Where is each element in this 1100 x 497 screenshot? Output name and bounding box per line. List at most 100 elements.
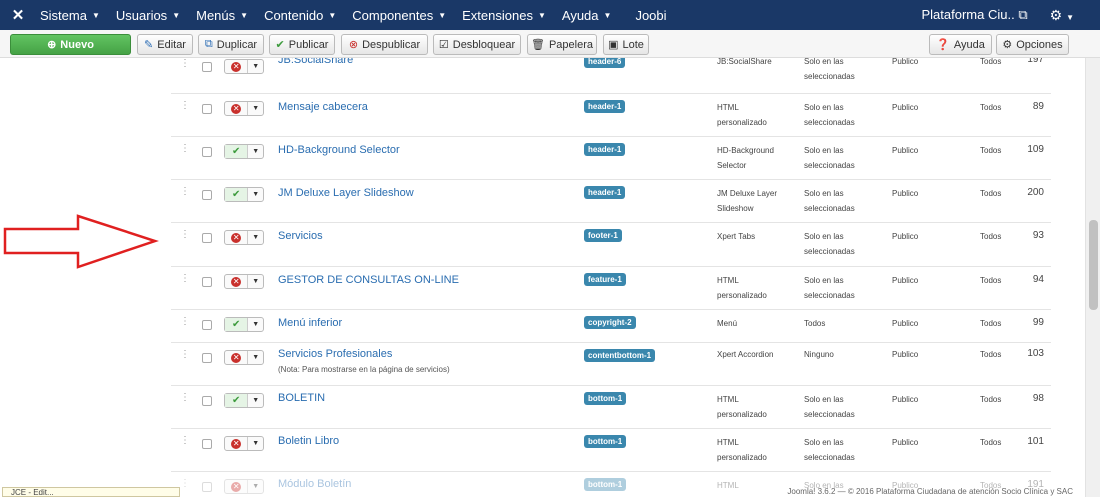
- unpublish-button[interactable]: ⊗ Despublicar: [341, 34, 428, 55]
- drag-handle-icon[interactable]: ⋮: [180, 186, 190, 197]
- module-title-link[interactable]: Mensaje cabecera: [278, 101, 368, 113]
- position-badge[interactable]: contentbottom-1: [584, 349, 656, 362]
- menu-componentes[interactable]: Componentes ▼: [344, 0, 454, 30]
- edit-icon: ✎: [144, 39, 154, 51]
- menu-menus[interactable]: Menús ▼: [188, 0, 256, 30]
- module-title-link[interactable]: JM Deluxe Layer Slideshow: [278, 187, 414, 199]
- trash-button[interactable]: 🗑 Papelera: [527, 34, 597, 55]
- module-title-link[interactable]: GESTOR DE CONSULTAS ON-LINE: [278, 274, 459, 286]
- caret-down-icon: ▼: [252, 321, 260, 328]
- status-toggle[interactable]: ✕ ▼: [224, 274, 264, 289]
- status-toggle[interactable]: ✕ ▼: [224, 101, 264, 116]
- table-row: ⋮ ✔ ▼ Menú inferior copyright-2 Menú Todo…: [171, 310, 1051, 343]
- drag-handle-icon[interactable]: ⋮: [180, 392, 190, 403]
- position-badge[interactable]: copyright-2: [584, 316, 636, 329]
- menu-sistema[interactable]: Sistema ▼: [32, 0, 108, 30]
- position-badge[interactable]: header-1: [584, 100, 626, 113]
- module-title-link[interactable]: Boletin Libro: [278, 435, 339, 447]
- publish-button[interactable]: ✔ Publicar: [269, 34, 335, 55]
- duplicate-button[interactable]: ⧉ Duplicar: [198, 34, 264, 55]
- main-menu: Sistema ▼ Usuarios ▼ Menús ▼ Contenido ▼ Com…: [32, 0, 675, 30]
- table-row: ⋮ ✕ ▼ GESTOR DE CONSULTAS ON-LINE feature…: [171, 267, 1051, 310]
- options-button[interactable]: ⚙ Opciones: [996, 34, 1069, 55]
- position-badge[interactable]: bottom-1: [584, 435, 627, 448]
- row-checkbox[interactable]: [202, 147, 212, 157]
- drag-handle-icon[interactable]: ⋮: [180, 100, 190, 111]
- scrollbar-thumb[interactable]: [1089, 220, 1098, 310]
- row-checkbox[interactable]: [202, 62, 212, 72]
- position-badge[interactable]: header-1: [584, 186, 626, 199]
- position-badge[interactable]: header-6: [584, 58, 626, 68]
- gear-icon[interactable]: ⚙ ▼: [1036, 7, 1100, 24]
- module-title-link[interactable]: BOLETIN: [278, 392, 325, 404]
- table-row: ⋮ ✕ ▼ Boletin Libro bottom-1 HTML personal…: [171, 429, 1051, 472]
- menu-joobi[interactable]: Joobi: [627, 0, 674, 30]
- row-checkbox[interactable]: [202, 277, 212, 287]
- drag-handle-icon[interactable]: ⋮: [180, 435, 190, 446]
- drag-handle-icon[interactable]: ⋮: [180, 229, 190, 240]
- menu-ayuda[interactable]: Ayuda ▼: [554, 0, 620, 30]
- drag-handle-icon[interactable]: ⋮: [180, 273, 190, 284]
- status-toggle[interactable]: ✔ ▼: [224, 317, 264, 332]
- edit-button[interactable]: ✎ Editar: [137, 34, 193, 55]
- row-checkbox[interactable]: [202, 439, 212, 449]
- unlock-button[interactable]: ☑ Desbloquear: [433, 34, 521, 55]
- module-id: 99: [1032, 317, 1044, 328]
- caret-down-icon: ▼: [537, 10, 546, 20]
- row-checkbox[interactable]: [202, 353, 212, 363]
- joomla-logo-icon[interactable]: ✕: [4, 0, 32, 30]
- module-title-link[interactable]: JB:SocialShare: [278, 58, 353, 66]
- toolbar: ⊕ Nuevo ✎ Editar ⧉ Duplicar ✔ Publicar ⊗ Desp…: [0, 30, 1100, 58]
- menu-usuarios[interactable]: Usuarios ▼: [108, 0, 188, 30]
- module-type: Menú: [717, 319, 738, 328]
- drag-handle-icon[interactable]: ⋮: [180, 349, 190, 360]
- row-checkbox[interactable]: [202, 233, 212, 243]
- footer-copyright: Joomla! 3.6.2 — © 2016 Plataforma Ciudad…: [787, 487, 1073, 496]
- batch-button[interactable]: ▣ Lote: [603, 34, 649, 55]
- menu-extensiones[interactable]: Extensiones ▼: [454, 0, 554, 30]
- module-language: Todos: [980, 58, 1002, 66]
- published-check-icon: ✔: [225, 318, 249, 331]
- vertical-scrollbar[interactable]: [1085, 58, 1100, 497]
- site-link[interactable]: Plataforma Ciu.. ⧉: [914, 7, 1036, 23]
- module-title-link[interactable]: Servicios Profesionales: [278, 348, 392, 360]
- row-checkbox[interactable]: [202, 190, 212, 200]
- modules-list: ⋮ ✕ ▼ JB:SocialShare header-6 JB:SocialSh…: [0, 58, 1085, 497]
- drag-handle-icon[interactable]: ⋮: [180, 143, 190, 154]
- row-checkbox[interactable]: [202, 396, 212, 406]
- position-badge[interactable]: footer-1: [584, 229, 622, 242]
- module-pages: Solo en las seleccionadas: [804, 189, 855, 213]
- module-pages: Solo en las seleccionadas: [804, 438, 855, 462]
- module-id: 200: [1027, 187, 1044, 198]
- status-toggle[interactable]: ✔ ▼: [224, 144, 264, 159]
- status-toggle[interactable]: ✕ ▼: [224, 436, 264, 451]
- position-badge[interactable]: header-1: [584, 143, 626, 156]
- module-pages: Solo en las seleccionadas: [804, 395, 855, 419]
- help-button[interactable]: ❓ Ayuda: [929, 34, 992, 55]
- position-badge[interactable]: bottom-1: [584, 392, 627, 405]
- position-badge[interactable]: feature-1: [584, 273, 626, 286]
- module-type: JM Deluxe Layer Slideshow: [717, 189, 778, 213]
- table-row: ⋮ ✕ ▼ Servicios Profesionales (Nota: Para…: [171, 343, 1051, 386]
- row-checkbox[interactable]: [202, 104, 212, 114]
- caret-down-icon: ▼: [603, 10, 612, 20]
- module-pages: Ninguno: [804, 350, 834, 359]
- module-title-link[interactable]: HD-Background Selector: [278, 144, 400, 156]
- status-toggle[interactable]: ✔ ▼: [224, 187, 264, 202]
- drag-handle-icon[interactable]: ⋮: [180, 58, 190, 69]
- row-checkbox[interactable]: [202, 320, 212, 330]
- caret-down-icon: ▼: [252, 278, 260, 285]
- menu-contenido[interactable]: Contenido ▼: [256, 0, 344, 30]
- module-language: Todos: [980, 319, 1002, 328]
- copy-icon: ⧉: [204, 38, 213, 50]
- new-button[interactable]: ⊕ Nuevo: [10, 34, 131, 55]
- module-title-link[interactable]: Menú inferior: [278, 317, 342, 329]
- status-toggle[interactable]: ✕ ▼: [224, 230, 264, 245]
- module-title-link[interactable]: Servicios: [278, 230, 323, 242]
- caret-down-icon: ▼: [252, 63, 260, 70]
- editor-tab[interactable]: JCE - Edit...: [2, 487, 180, 497]
- status-toggle[interactable]: ✕ ▼: [224, 59, 264, 74]
- status-toggle[interactable]: ✔ ▼: [224, 393, 264, 408]
- status-toggle[interactable]: ✕ ▼: [224, 350, 264, 365]
- drag-handle-icon[interactable]: ⋮: [180, 316, 190, 327]
